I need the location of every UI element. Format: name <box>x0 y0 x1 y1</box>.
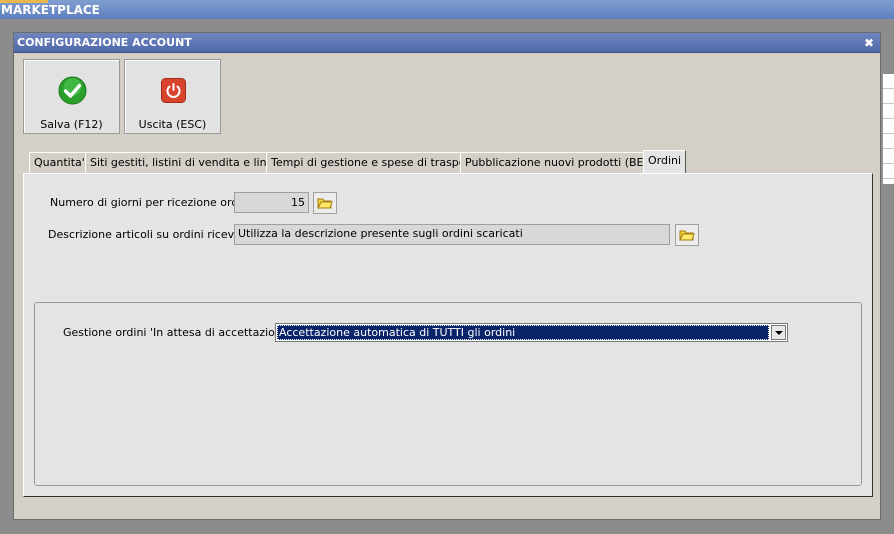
tab-pubblicazione[interactable]: Pubblicazione nuovi prodotti (BETA) <box>460 152 667 173</box>
tab-quantita[interactable]: Quantita' <box>29 152 90 173</box>
app-title-accent <box>0 0 48 3</box>
tab-siti-gestiti[interactable]: Siti gestiti, listini di vendita e lingu… <box>85 152 293 173</box>
folder-icon <box>679 230 695 241</box>
background-grid <box>882 74 894 184</box>
exit-button[interactable]: Uscita (ESC) <box>124 59 221 134</box>
app-title: MARKETPLACE <box>1 3 100 17</box>
ordini-tab-page: Numero di giorni per ricezione ordini : … <box>23 173 873 497</box>
days-browse-button[interactable] <box>313 192 337 214</box>
save-button-label: Salva (F12) <box>40 118 103 131</box>
close-icon[interactable]: ✖ <box>862 33 876 53</box>
pending-orders-group: Gestione ordini 'In attesa di accettazio… <box>34 302 862 486</box>
dialog-title: CONFIGURAZIONE ACCOUNT <box>17 36 192 49</box>
configuration-dialog: CONFIGURAZIONE ACCOUNT ✖ Salva (F12) Usc… <box>13 32 881 520</box>
description-label: Descrizione articoli su ordini ricevuti … <box>48 228 256 241</box>
exit-button-label: Uscita (ESC) <box>138 118 207 131</box>
tab-ordini[interactable]: Ordini <box>643 150 687 173</box>
power-icon <box>161 78 186 103</box>
app-title-bar: MARKETPLACE <box>0 0 894 19</box>
description-field[interactable]: Utilizza la descrizione presente sugli o… <box>234 224 670 245</box>
chevron-down-icon[interactable] <box>771 325 786 340</box>
dialog-title-bar: CONFIGURAZIONE ACCOUNT ✖ <box>14 33 880 53</box>
folder-icon <box>317 198 333 209</box>
pending-label: Gestione ordini 'In attesa di accettazio… <box>63 326 299 339</box>
check-circle-icon <box>58 76 87 105</box>
tab-tempi-gestione[interactable]: Tempi di gestione e spese di trasporto <box>266 152 487 173</box>
pending-orders-value: Accettazione automatica di TUTTI gli ord… <box>277 325 769 340</box>
days-field[interactable]: 15 <box>234 192 309 213</box>
save-button[interactable]: Salva (F12) <box>23 59 120 134</box>
pending-orders-select[interactable]: Accettazione automatica di TUTTI gli ord… <box>275 323 788 342</box>
days-label: Numero di giorni per ricezione ordini : <box>50 196 259 209</box>
description-browse-button[interactable] <box>675 224 699 246</box>
